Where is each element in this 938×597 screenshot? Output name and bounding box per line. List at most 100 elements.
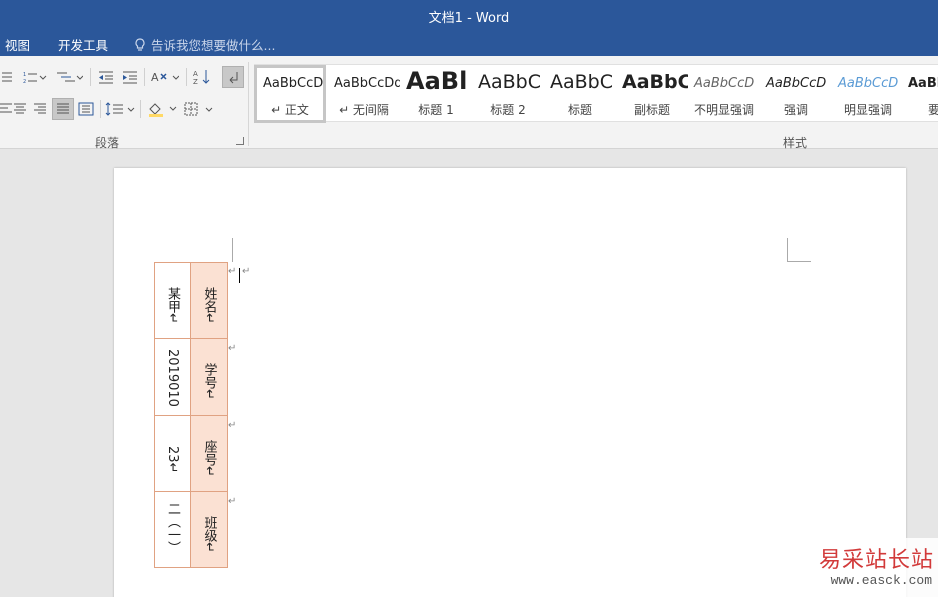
style-sample: AaBbCcD xyxy=(838,76,899,91)
cell-text: 某甲↵ xyxy=(165,287,180,324)
row-end-mark: ↵ xyxy=(228,343,237,354)
styles-group-label: 样式 xyxy=(783,136,808,150)
style-subtle-emphasis[interactable]: AaBbCcD 不明显强调 xyxy=(688,65,760,123)
vertical-text-table[interactable]: 某甲↵ 姓名↵ 2019010 学号↵ 23↵ 座号↵ 二（一） 班级↵ xyxy=(154,262,228,568)
tell-me-placeholder: 告诉我您想要做什么... xyxy=(151,38,276,53)
distributed-button[interactable] xyxy=(76,98,96,120)
row-end-mark: ↵ xyxy=(228,266,237,277)
justify-icon xyxy=(57,103,69,114)
style-normal[interactable]: AaBbCcDd ↵ 正文 xyxy=(254,65,326,123)
bullets-button[interactable] xyxy=(0,66,14,88)
borders-icon xyxy=(184,102,213,116)
table-header-cell[interactable]: 姓名↵ xyxy=(191,263,227,339)
align-center-icon xyxy=(14,103,26,114)
bullet-list-icon xyxy=(2,72,12,82)
cell-text: 姓名↵ xyxy=(201,287,217,324)
svg-text:Z: Z xyxy=(193,78,198,86)
style-sample: AaBbCcD xyxy=(694,76,755,91)
style-sample: AaBbCcDd xyxy=(334,76,400,91)
numbering-button[interactable]: 12 xyxy=(22,66,48,88)
group-separator xyxy=(248,62,249,146)
sort-button[interactable]: AZ xyxy=(192,66,212,88)
align-right-icon xyxy=(34,103,46,114)
style-name: 标题 2 xyxy=(490,103,526,117)
style-heading-1[interactable]: AaBl 标题 1 xyxy=(400,65,472,123)
style-name: 强调 xyxy=(783,103,808,117)
window-title: 文档1 - Word xyxy=(428,11,510,26)
separator xyxy=(100,100,101,118)
multilevel-list-button[interactable] xyxy=(54,66,84,88)
style-heading-2[interactable]: AaBbC 标题 2 xyxy=(472,65,544,123)
cell-text: 二（一） xyxy=(165,502,180,554)
watermark-url: www.easck.com xyxy=(830,573,932,588)
separator xyxy=(186,68,187,86)
margin-corner-mark xyxy=(787,238,811,262)
lightbulb-icon xyxy=(135,37,145,51)
style-name: 标题 1 xyxy=(418,103,454,117)
svg-text:1: 1 xyxy=(23,72,26,78)
style-name: 标题 xyxy=(567,103,592,117)
table-cell[interactable]: 23↵ xyxy=(155,416,191,492)
tab-developer[interactable]: 开发工具 xyxy=(58,35,108,54)
style-sample: AaBbCcDd xyxy=(263,76,323,91)
style-sample: AaBbC xyxy=(478,71,542,93)
multilevel-list-icon xyxy=(57,72,83,82)
align-center-button[interactable] xyxy=(12,98,28,120)
paragraph-mark-icon xyxy=(229,72,238,84)
style-sample: AaBbC xyxy=(550,71,614,93)
svg-text:A: A xyxy=(193,70,198,78)
tab-view[interactable]: 视图 xyxy=(5,35,30,54)
style-sample: AaBbCcD xyxy=(766,76,827,91)
tell-me-box[interactable]: 告诉我您想要做什么... xyxy=(134,35,275,54)
style-strong[interactable]: AaBb 要 xyxy=(904,65,938,123)
numbered-list-icon: 12 xyxy=(23,72,47,84)
table-cell[interactable]: 2019010 xyxy=(155,339,191,416)
show-hide-marks-button[interactable] xyxy=(222,66,244,88)
text-cursor xyxy=(239,268,240,283)
document-page[interactable] xyxy=(114,168,906,597)
svg-text:2: 2 xyxy=(23,79,26,84)
shading-button[interactable] xyxy=(146,98,178,120)
row-end-mark: ↵ xyxy=(228,496,237,507)
chinese-layout-icon: A xyxy=(151,71,179,84)
separator xyxy=(140,100,141,118)
paragraph-dialog-launcher[interactable] xyxy=(236,137,244,145)
cell-text: 班级↵ xyxy=(201,516,217,553)
line-spacing-button[interactable] xyxy=(104,98,136,120)
style-emphasis[interactable]: AaBbCcD 强调 xyxy=(760,65,832,123)
cell-text: 23↵ xyxy=(165,446,180,474)
style-name: ↵ 无间隔 xyxy=(339,103,389,117)
increase-indent-button[interactable] xyxy=(120,66,140,88)
style-name: 明显强调 xyxy=(843,103,892,117)
style-name: 不明显强调 xyxy=(693,103,754,117)
style-sample: AaBbC xyxy=(622,71,688,93)
row-end-mark: ↵ xyxy=(228,420,237,431)
margin-corner-mark xyxy=(232,238,233,262)
align-right-button[interactable] xyxy=(32,98,48,120)
table-cell[interactable]: 二（一） xyxy=(155,492,191,567)
separator xyxy=(90,68,91,86)
style-title[interactable]: AaBbC 标题 xyxy=(544,65,616,123)
chinese-layout-button[interactable]: A xyxy=(150,66,180,88)
ribbon-tab-bar: 视图 开发工具 告诉我您想要做什么... xyxy=(0,30,938,56)
borders-button[interactable] xyxy=(182,98,214,120)
style-no-spacing[interactable]: AaBbCcDd ↵ 无间隔 xyxy=(328,65,400,123)
style-subtitle[interactable]: AaBbC 副标题 xyxy=(616,65,688,123)
paragraph-mark: ↵ xyxy=(242,266,251,277)
table-header-cell[interactable]: 学号↵ xyxy=(191,339,227,416)
style-name: ↵ 正文 xyxy=(271,103,309,117)
style-name: 副标题 xyxy=(633,103,670,117)
paint-bucket-icon xyxy=(149,103,177,117)
line-spacing-icon xyxy=(105,102,135,116)
styles-gallery: AaBbCcDd ↵ 正文 AaBbCcDd ↵ 无间隔 AaBl 标题 1 A… xyxy=(254,64,938,123)
decrease-indent-button[interactable] xyxy=(96,66,116,88)
sort-icon: AZ xyxy=(193,70,210,86)
distributed-icon xyxy=(78,102,94,116)
style-sample: AaBb xyxy=(908,76,938,91)
justify-button[interactable] xyxy=(52,98,74,120)
table-header-cell[interactable]: 班级↵ xyxy=(191,492,227,567)
table-cell[interactable]: 某甲↵ xyxy=(155,263,191,339)
table-header-cell[interactable]: 座号↵ xyxy=(191,416,227,492)
style-intense-emphasis[interactable]: AaBbCcD 明显强调 xyxy=(832,65,904,123)
title-bar: 文档1 - Word xyxy=(0,0,938,30)
